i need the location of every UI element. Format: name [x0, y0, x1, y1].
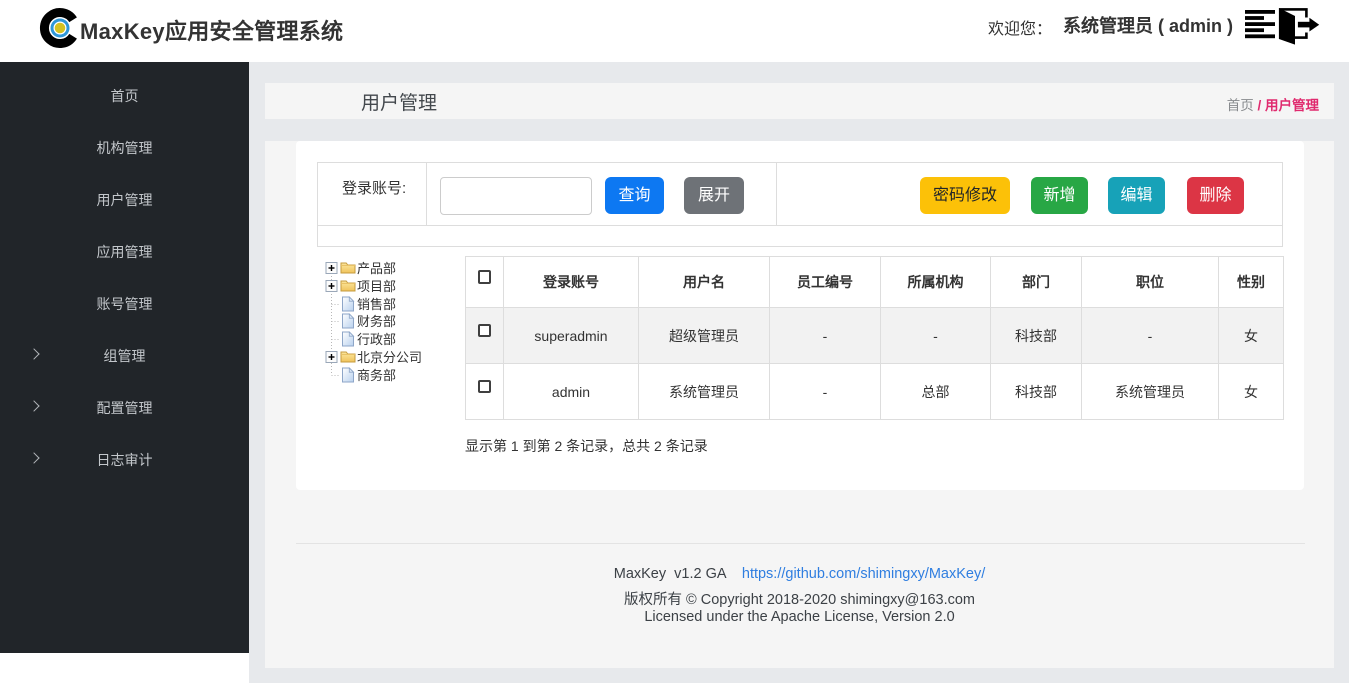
svg-text:商务部: 商务部: [357, 368, 396, 383]
svg-text:财务部: 财务部: [357, 314, 396, 329]
svg-text:北京分公司: 北京分公司: [357, 350, 422, 365]
svg-text:项目部: 项目部: [357, 279, 396, 294]
svg-text:产品部: 产品部: [357, 261, 396, 276]
svg-text:行政部: 行政部: [357, 332, 396, 347]
svg-text:销售部: 销售部: [357, 297, 396, 312]
